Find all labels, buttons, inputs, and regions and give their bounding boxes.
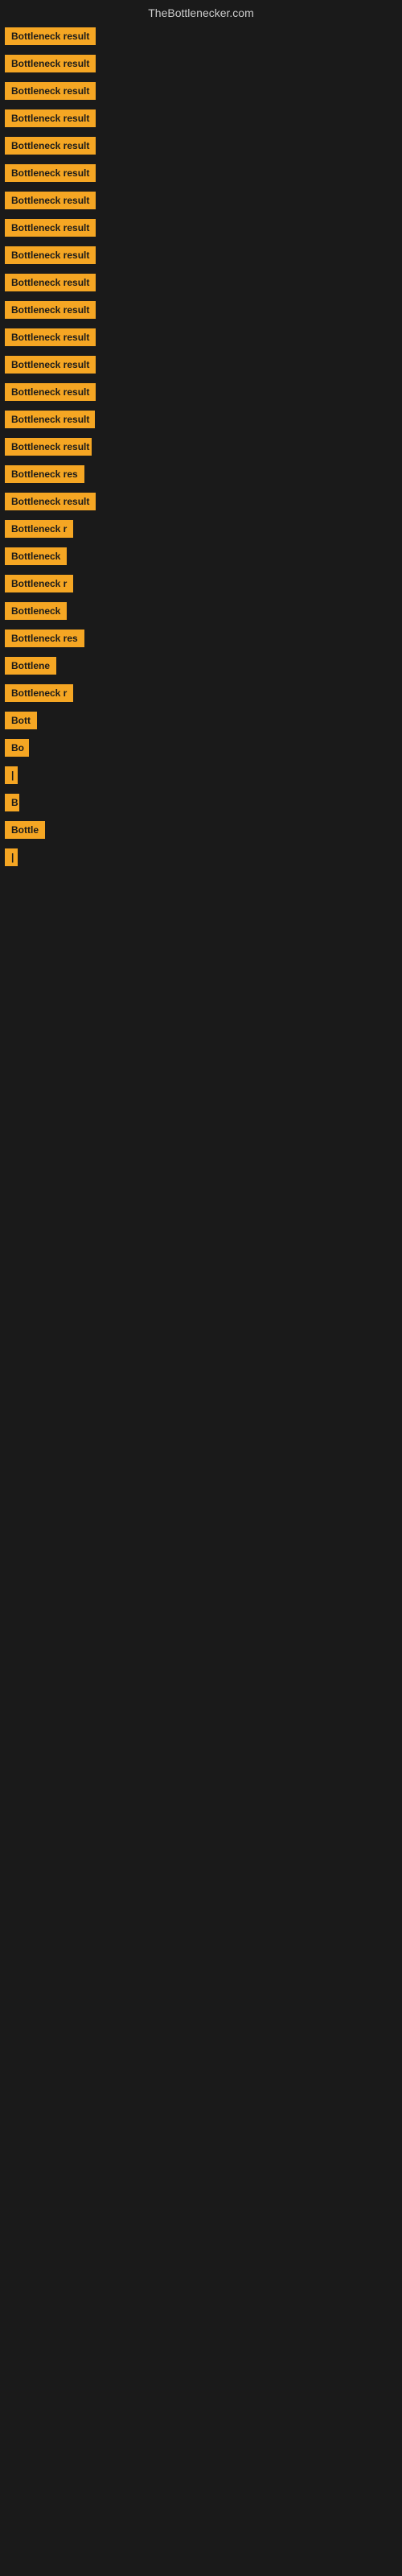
- list-item: Bottleneck result: [0, 77, 402, 105]
- list-item: Bottleneck res: [0, 460, 402, 488]
- bottleneck-badge[interactable]: Bottleneck result: [5, 164, 96, 182]
- bottleneck-badge[interactable]: Bottleneck res: [5, 630, 84, 647]
- list-item: Bottleneck result: [0, 406, 402, 433]
- list-item: Bottleneck result: [0, 296, 402, 324]
- list-item: Bottleneck result: [0, 488, 402, 515]
- bottleneck-badge[interactable]: Bottleneck result: [5, 356, 96, 374]
- list-item: |: [0, 844, 402, 871]
- bottleneck-badge[interactable]: Bottleneck result: [5, 411, 95, 428]
- list-item: Bottleneck: [0, 543, 402, 570]
- bottleneck-badge[interactable]: |: [5, 848, 18, 866]
- list-item: |: [0, 762, 402, 789]
- bottleneck-badge[interactable]: Bottleneck result: [5, 82, 96, 100]
- bottleneck-badge[interactable]: Bottleneck r: [5, 684, 73, 702]
- bottleneck-badge[interactable]: Bottlene: [5, 657, 56, 675]
- bottleneck-badge[interactable]: Bottleneck result: [5, 301, 96, 319]
- bottleneck-badge[interactable]: Bottleneck result: [5, 383, 96, 401]
- bottleneck-badge[interactable]: Bottleneck r: [5, 575, 73, 592]
- bottleneck-badge[interactable]: Bottleneck: [5, 547, 67, 565]
- list-item: Bottleneck result: [0, 351, 402, 378]
- list-item: Bottle: [0, 816, 402, 844]
- list-item: Bottleneck result: [0, 159, 402, 187]
- list-item: Bottleneck result: [0, 324, 402, 351]
- bottleneck-results-list: Bottleneck result Bottleneck result Bottle…: [0, 23, 402, 871]
- list-item: Bottleneck: [0, 597, 402, 625]
- list-item: Bottleneck r: [0, 515, 402, 543]
- list-item: Bottleneck result: [0, 378, 402, 406]
- list-item: Bottleneck result: [0, 269, 402, 296]
- bottleneck-badge[interactable]: Bo: [5, 739, 29, 757]
- list-item: Bottleneck result: [0, 23, 402, 50]
- bottleneck-badge[interactable]: Bottleneck: [5, 602, 67, 620]
- list-item: Bottleneck result: [0, 214, 402, 242]
- list-item: Bottlene: [0, 652, 402, 679]
- bottleneck-badge[interactable]: Bottleneck r: [5, 520, 73, 538]
- bottleneck-badge[interactable]: Bottleneck result: [5, 246, 96, 264]
- bottleneck-badge[interactable]: Bottleneck res: [5, 465, 84, 483]
- site-title: TheBottlenecker.com: [0, 0, 402, 23]
- bottleneck-badge[interactable]: Bottleneck result: [5, 274, 96, 291]
- list-item: Bott: [0, 707, 402, 734]
- bottleneck-badge[interactable]: Bott: [5, 712, 37, 729]
- bottleneck-badge[interactable]: Bottleneck result: [5, 493, 96, 510]
- bottleneck-badge[interactable]: Bottleneck result: [5, 438, 92, 456]
- bottleneck-badge[interactable]: Bottleneck result: [5, 27, 96, 45]
- list-item: Bottleneck result: [0, 105, 402, 132]
- list-item: B: [0, 789, 402, 816]
- bottleneck-badge[interactable]: |: [5, 766, 18, 784]
- bottleneck-badge[interactable]: Bottleneck result: [5, 55, 96, 72]
- bottleneck-badge[interactable]: Bottleneck result: [5, 328, 96, 346]
- list-item: Bottleneck r: [0, 679, 402, 707]
- list-item: Bottleneck result: [0, 433, 402, 460]
- bottleneck-badge[interactable]: Bottleneck result: [5, 109, 96, 127]
- site-title-bar: TheBottlenecker.com: [0, 0, 402, 23]
- list-item: Bottleneck result: [0, 242, 402, 269]
- list-item: Bo: [0, 734, 402, 762]
- bottleneck-badge[interactable]: Bottleneck result: [5, 219, 96, 237]
- list-item: Bottleneck r: [0, 570, 402, 597]
- bottleneck-badge[interactable]: Bottle: [5, 821, 45, 839]
- list-item: Bottleneck result: [0, 187, 402, 214]
- bottleneck-badge[interactable]: B: [5, 794, 19, 811]
- list-item: Bottleneck result: [0, 132, 402, 159]
- bottleneck-badge[interactable]: Bottleneck result: [5, 192, 96, 209]
- bottleneck-badge[interactable]: Bottleneck result: [5, 137, 96, 155]
- list-item: Bottleneck res: [0, 625, 402, 652]
- list-item: Bottleneck result: [0, 50, 402, 77]
